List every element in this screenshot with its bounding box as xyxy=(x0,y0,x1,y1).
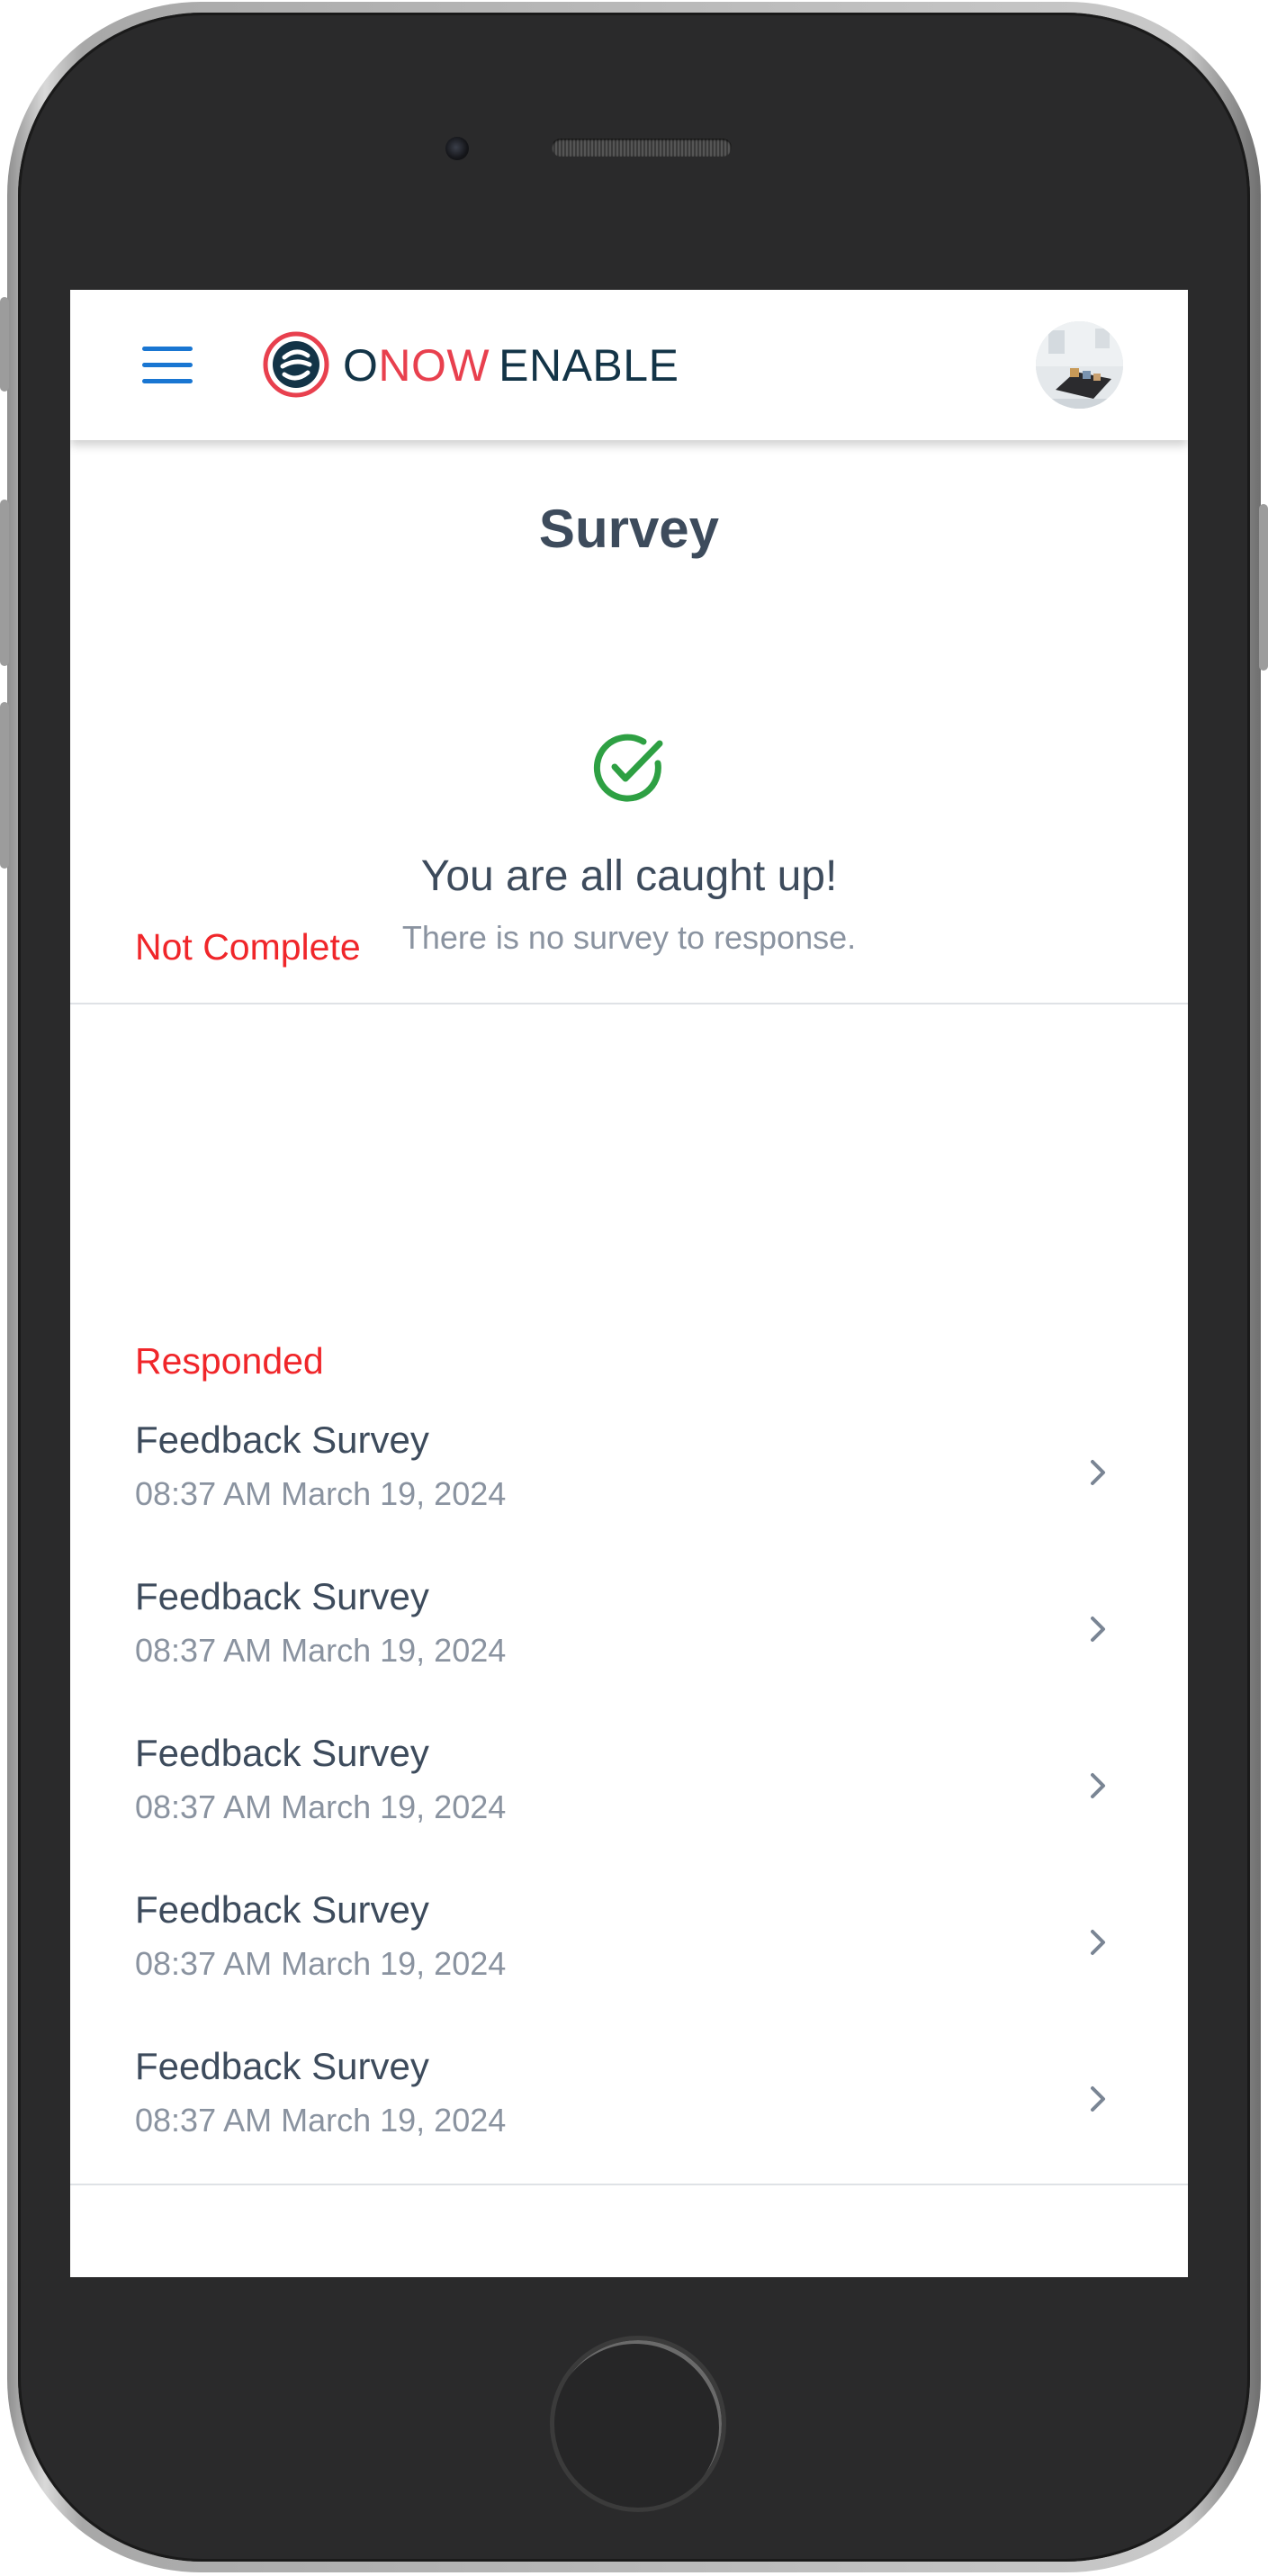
brand-wordmark: ONOW ENABLE xyxy=(343,337,679,394)
survey-date: 08:37 AM March 19, 2024 xyxy=(135,1945,507,1982)
volume-down-button xyxy=(0,702,9,869)
list-bottom-divider xyxy=(70,2184,1188,2185)
brand-wordmark-o: O xyxy=(343,340,379,391)
page-title: Survey xyxy=(538,499,720,559)
empty-state-subtitle: There is no survey to response. xyxy=(401,919,857,956)
app-header: ONOW ENABLE xyxy=(70,290,1188,440)
section-divider xyxy=(70,1003,1188,1004)
survey-date: 08:37 AM March 19, 2024 xyxy=(135,2102,507,2139)
brand-wordmark-enable: ENABLE xyxy=(499,340,679,391)
chevron-right-icon xyxy=(1091,1773,1105,1798)
hamburger-menu-icon[interactable] xyxy=(142,347,193,383)
chevron-right-icon xyxy=(1091,1617,1105,1642)
check-circle-icon xyxy=(593,734,663,802)
survey-date: 08:37 AM March 19, 2024 xyxy=(135,1632,507,1669)
survey-list-item[interactable]: Feedback Survey 08:37 AM March 19, 2024 xyxy=(70,2027,1188,2184)
power-button xyxy=(1259,504,1268,671)
chevron-right-icon xyxy=(1091,2086,1105,2112)
app-screen: ONOW ENABLE Survey Not Complete You are a… xyxy=(70,290,1188,2277)
survey-title: Feedback Survey xyxy=(135,1419,429,1461)
brand-wordmark-now: NOW xyxy=(378,340,490,391)
front-camera xyxy=(445,137,469,160)
avatar-photo xyxy=(1036,321,1123,409)
survey-list-item[interactable]: Feedback Survey 08:37 AM March 19, 2024 xyxy=(70,1870,1188,2027)
survey-title: Feedback Survey xyxy=(135,1575,429,1617)
onow-logo-icon xyxy=(263,331,329,398)
chevron-right-icon xyxy=(1091,1460,1105,1485)
empty-state-title: You are all caught up! xyxy=(420,852,838,900)
survey-list-item[interactable]: Feedback Survey 08:37 AM March 19, 2024 xyxy=(70,1714,1188,1870)
survey-date: 08:37 AM March 19, 2024 xyxy=(135,1788,507,1825)
section-label-responded: Responded xyxy=(135,1340,324,1382)
survey-title: Feedback Survey xyxy=(135,2045,429,2087)
user-avatar[interactable] xyxy=(1036,321,1123,409)
survey-title: Feedback Survey xyxy=(135,1888,429,1931)
earpiece-speaker xyxy=(552,139,732,157)
home-button[interactable] xyxy=(550,2336,726,2512)
chevron-right-icon xyxy=(1091,1930,1105,1955)
survey-title: Feedback Survey xyxy=(135,1732,429,1774)
survey-list-item[interactable]: Feedback Survey 08:37 AM March 19, 2024 xyxy=(70,1401,1188,1557)
survey-list-item[interactable]: Feedback Survey 08:37 AM March 19, 2024 xyxy=(70,1557,1188,1714)
volume-up-button xyxy=(0,500,9,666)
survey-date: 08:37 AM March 19, 2024 xyxy=(135,1475,507,1512)
mute-switch xyxy=(0,297,9,392)
